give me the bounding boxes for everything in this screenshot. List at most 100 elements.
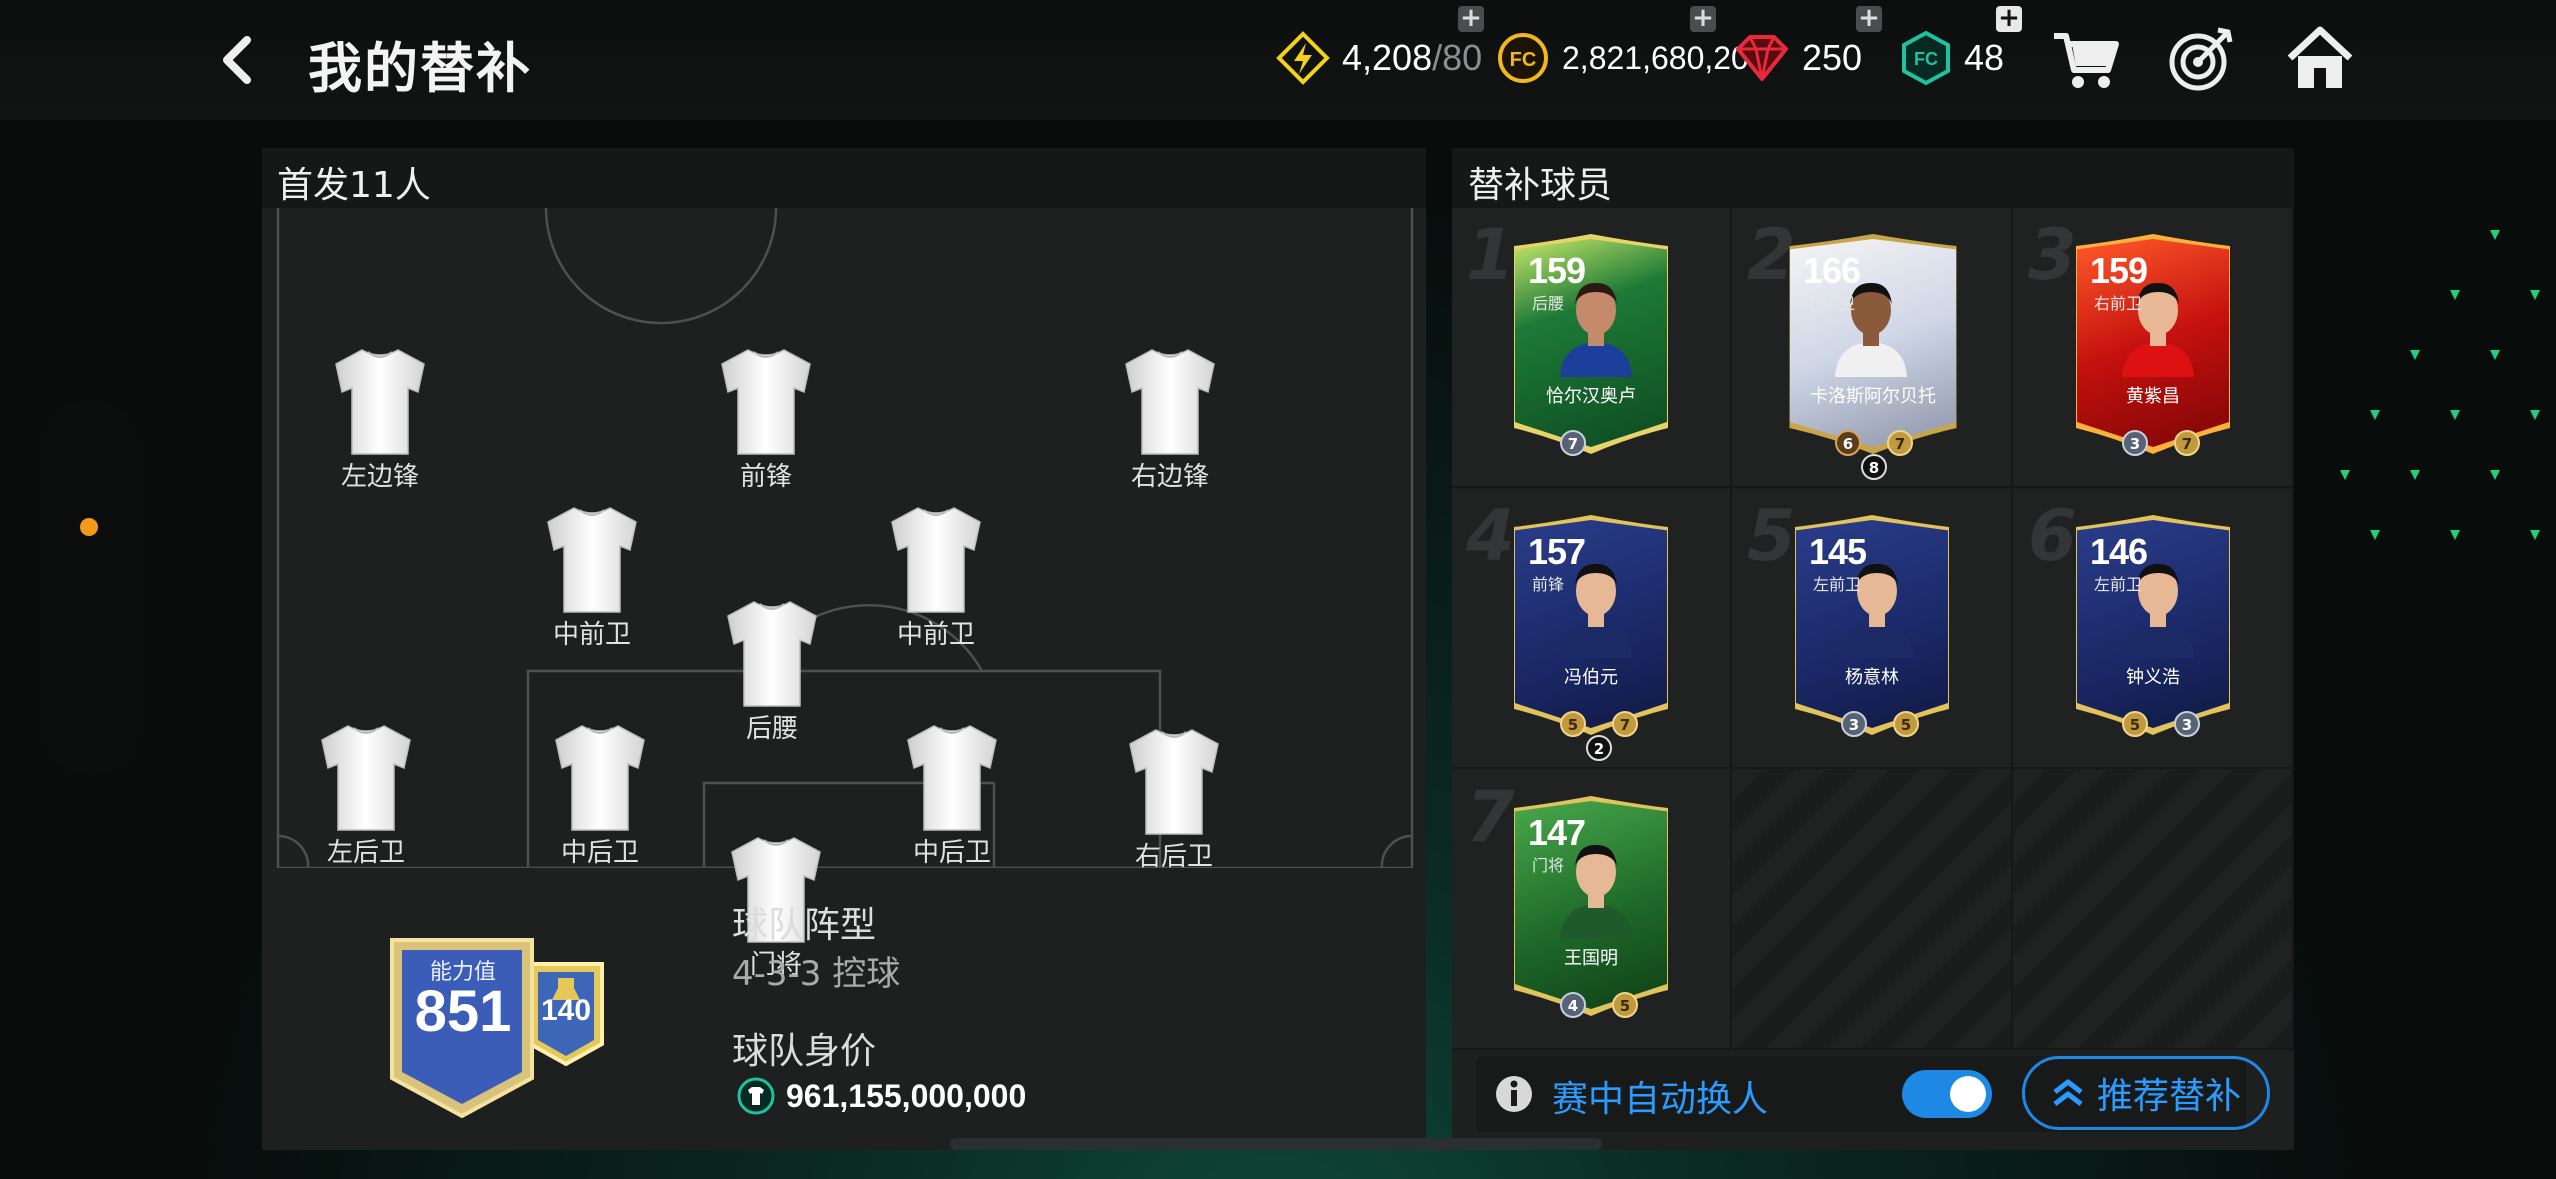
home-icon <box>2287 26 2353 88</box>
jersey-icon <box>1100 346 1240 462</box>
player-card[interactable]: 166 右边卫 卡洛斯阿尔贝托 6 7 8 <box>1783 232 1963 480</box>
fc-points-counter: FC 48 <box>1900 26 2004 90</box>
energy-value: 4,208 <box>1342 37 1433 78</box>
jersey-icon <box>530 722 670 838</box>
page-title: 我的替补 <box>308 37 532 100</box>
sub-slot[interactable]: 7 147 门将 王国明 4 5 <box>1452 770 1732 1050</box>
recommend-subs-button[interactable]: 推荐替补 <box>2022 1056 2270 1130</box>
player-card[interactable]: 145 左前卫 杨意林 3 5 <box>1789 513 1955 737</box>
substitutes-grid: 1 159 后腰 恰尔汉奥卢 7 2 166 右边卫 卡洛斯阿尔贝托 6 7 8 3 159 右前卫 黄紫昌 3… <box>1452 208 2294 1050</box>
recommend-subs-label: 推荐替补 <box>2096 1076 2241 1117</box>
coin-icon: FC <box>1496 31 1550 85</box>
fc-points-icon: FC <box>1900 30 1952 86</box>
lineup-player-cdm[interactable]: 后腰 <box>702 598 842 745</box>
background-decoration <box>2340 230 2540 540</box>
card-ovr: 145 <box>1809 531 1867 572</box>
team-value-amount: 961,155,000,000 <box>786 1077 1027 1114</box>
position-label: 左后卫 <box>326 838 405 868</box>
sub-slot[interactable]: 1 159 后腰 恰尔汉奥卢 7 <box>1452 208 1732 488</box>
lineup-player-rw[interactable]: 右边锋 <box>1100 346 1240 493</box>
lineup-players: 左边锋 前锋 右边锋 中前卫 中前卫 后腰 左后卫 中后卫 中后卫 右后卫 门将 <box>262 148 1426 980</box>
upgrade-badge: 5 <box>1560 711 1586 737</box>
lineup-player-cb1[interactable]: 中后卫 <box>530 722 670 869</box>
card-ovr: 166 <box>1803 250 1861 291</box>
position-label: 前锋 <box>739 462 792 492</box>
info-icon[interactable] <box>1494 1074 1534 1114</box>
substitutes-panel: 替补球员 1 159 后腰 恰尔汉奥卢 7 2 166 右边卫 卡洛斯阿尔贝托 6 7 8 3 159 右前… <box>1452 148 2294 1150</box>
add-fc-points-button[interactable]: + <box>1996 5 2022 32</box>
position-label: 右后卫 <box>1134 842 1213 872</box>
shop-button[interactable] <box>2050 28 2122 92</box>
card-player-name: 杨意林 <box>1845 667 1899 688</box>
sub-slot[interactable]: 2 166 右边卫 卡洛斯阿尔贝托 6 7 8 <box>1733 208 2013 488</box>
card-position: 右边卫 <box>1807 294 1856 313</box>
coins-counter: FC 2,821,680,201 <box>1496 26 1767 90</box>
team-chemistry: 140 <box>540 994 592 1027</box>
objectives-button[interactable] <box>2166 26 2234 94</box>
add-gems-button[interactable]: + <box>1856 5 1882 32</box>
sub-slot[interactable]: 3 159 右前卫 黄紫昌 3 7 <box>2014 208 2294 488</box>
position-label: 中前卫 <box>896 620 975 650</box>
energy-max: /80 <box>1432 37 1483 78</box>
upgrade-badge: 2 <box>1586 735 1612 761</box>
empty-sub-slot[interactable] <box>2014 770 2294 1050</box>
lineup-player-cb2[interactable]: 中后卫 <box>882 722 1022 869</box>
player-card[interactable]: 159 后腰 恰尔汉奥卢 7 <box>1508 232 1674 456</box>
gems-value: 250 <box>1802 37 1863 78</box>
add-energy-button[interactable]: + <box>1458 5 1484 32</box>
sub-slot[interactable]: 6 146 左前卫 钟义浩 5 3 <box>2014 489 2294 769</box>
upgrade-badge: 7 <box>1887 430 1913 456</box>
double-chevron-up-icon <box>2051 1076 2085 1110</box>
upgrade-badge: 4 <box>1560 992 1586 1018</box>
team-ovr: 851 <box>414 979 512 1044</box>
team-value: 961,155,000,000 <box>736 1076 1026 1116</box>
card-player-name: 恰尔汉奥卢 <box>1546 386 1636 407</box>
card-position: 门将 <box>1532 856 1565 875</box>
player-card[interactable]: 146 左前卫 钟义浩 5 3 <box>2070 513 2236 737</box>
empty-sub-slot[interactable] <box>1733 770 2013 1050</box>
sub-slot[interactable]: 4 157 前锋 冯伯元 5 7 2 <box>1452 489 1732 769</box>
lightning-icon <box>1276 31 1330 85</box>
card-position: 前锋 <box>1532 575 1565 594</box>
auto-sub-toggle[interactable] <box>1902 1070 1992 1118</box>
side-handle[interactable] <box>36 400 144 775</box>
player-card[interactable]: 147 门将王国明 4 5 <box>1508 794 1674 1018</box>
card-ovr: 159 <box>1528 250 1586 291</box>
card-position: 左前卫 <box>2094 575 2143 594</box>
lineup-player-rb[interactable]: 右后卫 <box>1104 726 1244 873</box>
sub-slot[interactable]: 5 145 左前卫 杨意林 3 5 <box>1733 489 2013 769</box>
card-ovr: 147 <box>1528 812 1586 853</box>
target-icon <box>2169 27 2233 91</box>
toggle-knob <box>1950 1076 1986 1112</box>
jersey-icon <box>1104 726 1244 842</box>
card-ovr: 159 <box>2090 250 2148 291</box>
shopping-cart-icon <box>2054 33 2119 88</box>
card-player-name: 王国明 <box>1564 948 1618 969</box>
player-card[interactable]: 157 前锋 冯伯元 5 7 2 <box>1508 513 1674 761</box>
lineup-player-lb[interactable]: 左后卫 <box>296 722 436 869</box>
formation-label: 球队阵型 <box>732 905 877 946</box>
chevron-left-icon <box>223 36 251 84</box>
lineup-player-cm2[interactable]: 中前卫 <box>866 504 1006 651</box>
card-ovr: 146 <box>2090 531 2148 572</box>
formation-value[interactable]: 4-3-3 控球 <box>732 946 900 995</box>
position-label: 中后卫 <box>912 838 991 868</box>
card-player-name: 冯伯元 <box>1564 667 1618 688</box>
lineup-player-lw[interactable]: 左边锋 <box>310 346 450 493</box>
upgrade-badge: 7 <box>1612 711 1638 737</box>
svg-text:FC: FC <box>1510 49 1537 71</box>
card-player-name: 黄紫昌 <box>2126 386 2180 407</box>
card-player-name: 钟义浩 <box>2126 667 2180 688</box>
player-card[interactable]: 159 右前卫 黄紫昌 3 7 <box>2070 232 2236 456</box>
notification-dot <box>80 518 98 536</box>
lineup-player-st[interactable]: 前锋 <box>696 346 836 493</box>
energy-counter: 4,208/80 <box>1276 26 1482 90</box>
team-value-label: 球队身价 <box>732 1031 877 1072</box>
add-coins-button[interactable]: + <box>1690 5 1716 32</box>
back-button[interactable] <box>205 28 269 92</box>
home-button[interactable] <box>2284 24 2356 94</box>
lineup-player-cm1[interactable]: 中前卫 <box>522 504 662 651</box>
upgrade-badge: 5 <box>1612 992 1638 1018</box>
horizontal-scrollbar[interactable] <box>950 1138 1602 1150</box>
jersey-icon <box>522 504 662 620</box>
